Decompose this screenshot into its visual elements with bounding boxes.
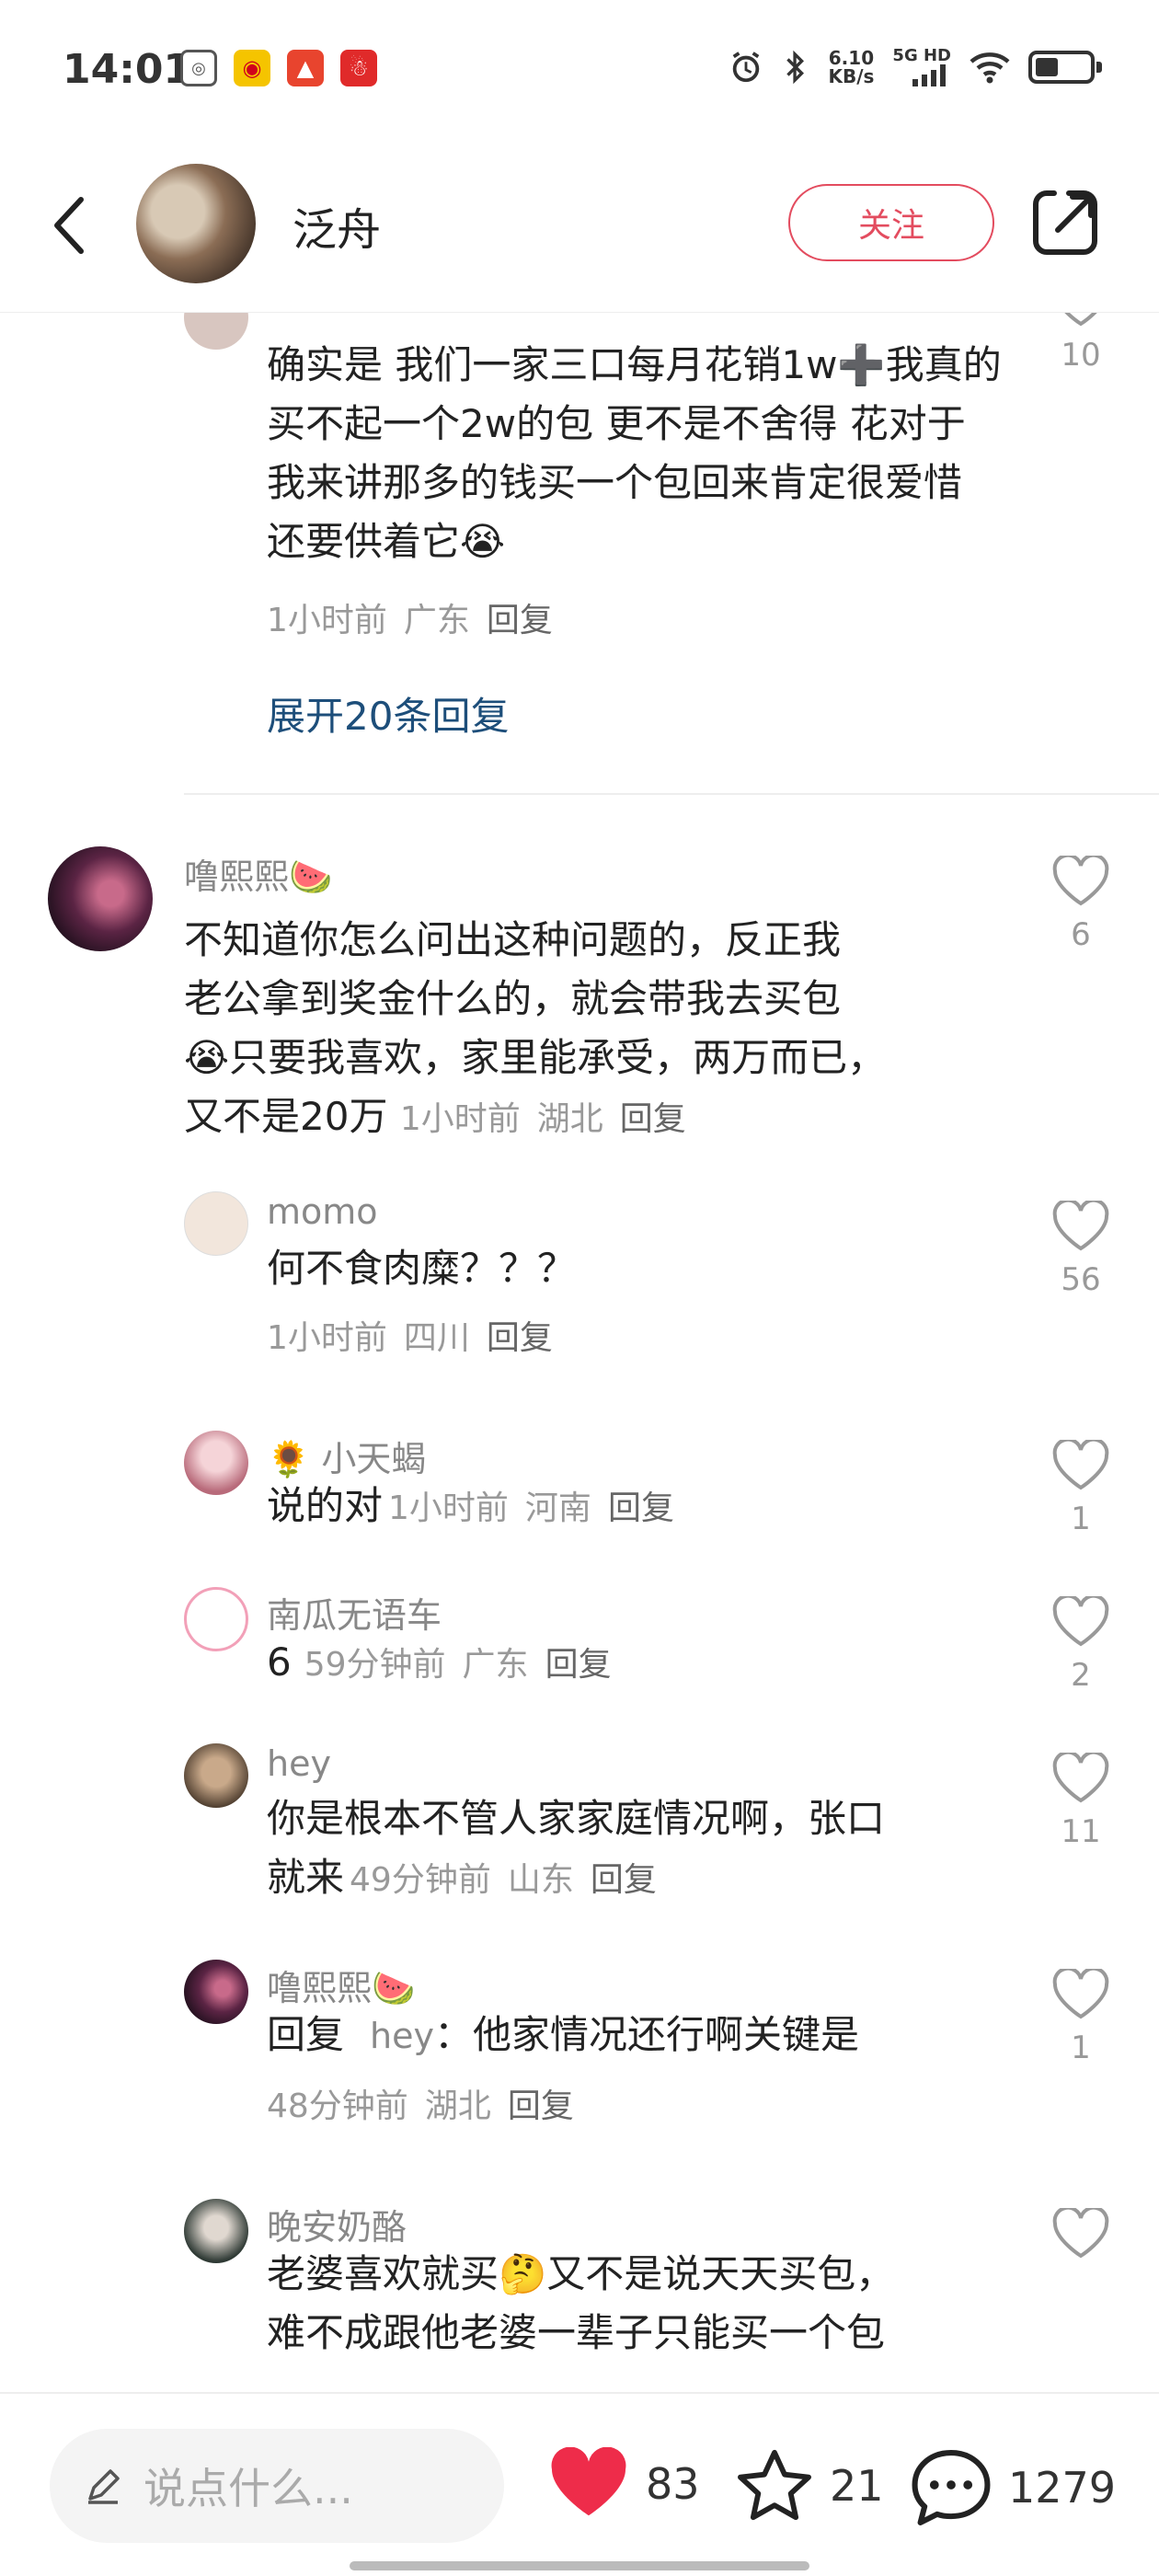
bottom-action-bar: 说点什么... 83 21 1279 [0,2392,1159,2576]
commenter-avatar[interactable] [184,1960,248,2024]
commenter-avatar[interactable] [184,1191,248,1256]
reply-button[interactable]: 回复 [620,1100,686,1138]
like-count: 10 [1061,337,1101,374]
like-count: 56 [1061,1261,1101,1298]
like-post-button[interactable]: 83 [546,2447,700,2521]
weibo-icon: ◉ [234,50,270,86]
comment-text: 6 59分钟前 广东 回复 [267,1639,612,1685]
heart-outline-icon [1052,853,1109,906]
comment-input[interactable]: 说点什么... [50,2429,504,2543]
like-button[interactable] [1039,2205,1122,2263]
like-button[interactable]: 10 [1039,313,1122,374]
heart-outline-icon [1052,1437,1109,1490]
heart-outline-icon [1052,1198,1109,1251]
divider [184,793,1159,795]
reply-button[interactable]: 回复 [487,602,553,639]
comment-meta: 48分钟前 湖北 回复 [267,2087,574,2125]
commenter-avatar[interactable] [48,846,153,951]
reply-button[interactable]: 回复 [508,2087,574,2125]
share-icon[interactable] [1028,186,1102,259]
heart-outline-icon [1052,1966,1109,2019]
heart-filled-icon [551,2447,626,2516]
comment-text: 何不食肉糜？？？ [267,1246,577,1291]
heart-outline-icon [1052,2205,1109,2259]
comment-text: 你是根本不管人家家庭情况啊，张口 就来 49分钟前 山东 回复 [267,1796,886,1900]
commenter-name[interactable]: hey [267,1743,331,1784]
status-time: 14:01 [63,46,192,93]
like-button[interactable]: 1 [1039,1437,1122,1537]
commenter-name[interactable]: 南瓜无语车 [267,1587,442,1638]
expand-replies-link[interactable]: 展开20条回复 [267,685,509,742]
comment-list[interactable]: 确实是 我们一家三口每月花销1w➕我真的买不起一个2w的包 更不是不舍得 花对于… [0,313,1159,2392]
commenter-name[interactable]: 🌻 小天蝎 [267,1431,426,1481]
heart-outline-icon [1064,313,1097,327]
commenter-avatar[interactable] [184,1431,248,1495]
signal-icon: 5G HD [892,48,951,86]
comment-text: 老婆喜欢就买🤔又不是说天天买包， 难不成跟他老婆一辈子只能买一个包 [267,2251,895,2355]
like-count: 1 [1071,1501,1091,1537]
bluetooth-icon [786,50,805,85]
notification-app-icon: ◎ [180,50,217,86]
like-button[interactable]: 2 [1039,1593,1122,1694]
comment-meta: 1小时前 广东 回复 [267,602,553,639]
favorite-count: 21 [830,2461,884,2511]
net-speed: 6.10 KB/s [828,47,875,87]
author-name[interactable]: 泛舟 [293,193,381,258]
heart-outline-icon [1052,1750,1109,1803]
app-notification-icon: ▲ [287,50,324,86]
commenter-avatar[interactable] [184,2199,248,2263]
reply-button[interactable]: 回复 [545,1646,612,1684]
like-count: 2 [1071,1657,1091,1694]
comment-bubble-icon [912,2450,991,2525]
status-right: 6.10 KB/s 5G HD [729,47,1102,87]
battery-icon [1028,51,1102,84]
follow-button[interactable]: 关注 [788,184,994,261]
comment-meta: 1小时前 四川 回复 [267,1319,553,1357]
commenter-name[interactable]: momo [267,1191,378,1232]
post-header: 泛舟 关注 [0,138,1159,313]
status-bar: 14:01 ◎ ◉ ▲ ☃ 6.10 KB/s 5G HD [0,0,1159,138]
comment-count: 1279 [1008,2463,1117,2513]
comment-text: 回复 hey：他家情况还行啊关键是 [267,2012,859,2057]
reply-button[interactable]: 回复 [608,1489,674,1527]
wifi-icon [970,52,1010,84]
comments-button[interactable]: 1279 [909,2447,1116,2528]
commenter-name[interactable]: 晚安奶酪 [267,2199,407,2249]
like-count: 6 [1071,916,1091,953]
commenter-avatar[interactable] [184,313,248,350]
post-like-count: 83 [646,2459,700,2509]
like-button[interactable]: 56 [1039,1198,1122,1298]
reply-button[interactable]: 回复 [591,1861,657,1899]
reply-to-name[interactable]: hey [370,2016,434,2056]
commenter-avatar[interactable] [184,1587,248,1651]
comment-text: 确实是 我们一家三口每月花销1w➕我真的买不起一个2w的包 更不是不舍得 花对于… [267,342,1002,564]
commenter-name[interactable]: 噜熙熙🍉 [184,848,332,899]
pencil-icon [88,2469,120,2504]
favorite-button[interactable]: 21 [734,2447,884,2524]
author-avatar[interactable] [136,164,256,283]
app-notification-icon: ☃ [340,50,377,86]
star-icon [738,2449,811,2521]
commenter-name[interactable]: 噜熙熙🍉 [267,1960,415,2010]
reply-button[interactable]: 回复 [487,1319,553,1357]
like-button[interactable]: 6 [1039,853,1122,953]
like-count: 11 [1061,1813,1101,1850]
like-button[interactable]: 1 [1039,1966,1122,2066]
alarm-icon [733,52,760,83]
heart-outline-icon [1052,1593,1109,1647]
like-button[interactable]: 11 [1039,1750,1122,1850]
comment-text: 说的对 1小时前 河南 回复 [267,1483,674,1528]
notification-icons: ◎ ◉ ▲ ☃ [180,50,377,86]
commenter-avatar[interactable] [184,1743,248,1808]
back-icon[interactable] [46,189,101,262]
comment-text: 不知道你怎么问出这种问题的，反正我 老公拿到奖金什么的，就会带我去买包 😭只要我… [184,917,887,1139]
home-indicator[interactable] [350,2561,809,2570]
like-count: 1 [1071,2030,1091,2066]
